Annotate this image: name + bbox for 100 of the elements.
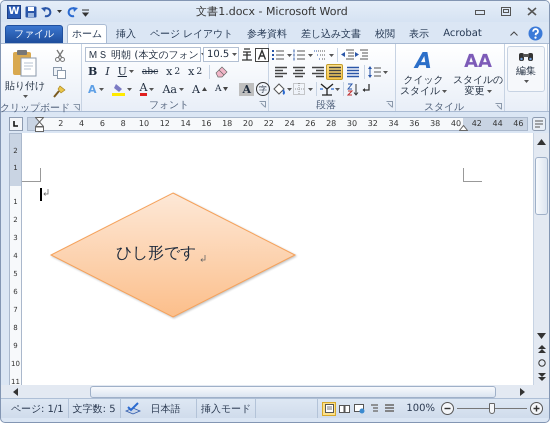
grow-font-button[interactable]: A: [188, 81, 210, 98]
borders-icon[interactable]: [293, 82, 313, 96]
browse-object-icon[interactable]: [538, 359, 546, 367]
previous-page-icon[interactable]: [538, 345, 546, 353]
font-color-button[interactable]: A: [136, 81, 158, 98]
cut-icon[interactable]: [54, 48, 66, 62]
redo-icon[interactable]: [66, 6, 78, 18]
grow-arrow-icon: [202, 87, 207, 92]
dialog-launcher-icon[interactable]: [259, 101, 266, 108]
language-label[interactable]: 日本語: [150, 402, 181, 416]
character-shading-button[interactable]: A: [239, 82, 254, 96]
group-label: 段落: [316, 98, 336, 112]
minimize-icon[interactable]: [475, 8, 485, 14]
dialog-launcher-icon[interactable]: [386, 101, 393, 108]
scroll-down-icon[interactable]: [537, 333, 546, 339]
view-button[interactable]: [352, 402, 366, 416]
enclose-character-button[interactable]: 字: [256, 82, 270, 96]
view-button[interactable]: [322, 402, 336, 416]
caret-icon: [442, 90, 447, 93]
ribbon-tab[interactable]: ページ レイアウト: [145, 24, 238, 43]
ribbon-tab[interactable]: ホーム: [67, 24, 107, 43]
decrease-indent-icon[interactable]: [341, 48, 354, 61]
eraser-icon[interactable]: [214, 65, 230, 78]
scroll-thumb[interactable]: [90, 386, 496, 398]
indent-marker-icon[interactable]: [35, 116, 44, 132]
dialog-launcher-icon[interactable]: [495, 103, 502, 110]
caret-icon[interactable]: [57, 10, 62, 13]
format-painter-icon[interactable]: [53, 85, 66, 98]
increase-indent-icon[interactable]: [355, 48, 368, 61]
sort-icon[interactable]: [347, 82, 360, 96]
ribbon-tab[interactable]: 参考資料: [242, 24, 292, 43]
ribbon-tab[interactable]: 挿入: [111, 24, 141, 43]
underline-button[interactable]: U: [114, 64, 137, 80]
margin-corner-mark: [22, 168, 41, 182]
align-icon: [292, 66, 306, 78]
caret-icon: [126, 88, 132, 91]
view-icon: [324, 403, 335, 414]
scroll-thumb[interactable]: [535, 157, 548, 215]
paragraph-mark-icon: [43, 189, 49, 196]
ribbon-tab[interactable]: 校閲: [370, 24, 400, 43]
right-indent-marker-icon[interactable]: [459, 124, 468, 130]
line-spacing-icon[interactable]: [368, 66, 388, 78]
minimize-ribbon-icon[interactable]: [510, 31, 518, 36]
word-count[interactable]: 文字数: 5: [68, 399, 121, 418]
shading-icon[interactable]: [272, 82, 292, 96]
file-tab[interactable]: ファイル: [5, 25, 63, 43]
numbering-icon[interactable]: [293, 48, 313, 61]
undo-icon[interactable]: [41, 6, 53, 18]
change-case-button[interactable]: Aa: [159, 81, 187, 98]
view-icon: [384, 403, 395, 414]
view-icon: [354, 403, 365, 414]
scroll-right-icon[interactable]: [520, 388, 525, 396]
zoom-level[interactable]: 100%: [406, 403, 435, 414]
character-border-icon[interactable]: [255, 48, 269, 62]
insert-mode-label[interactable]: 挿入モード: [196, 399, 256, 418]
quick-styles-button[interactable]: A クイック スタイル: [398, 46, 449, 100]
editing-button[interactable]: 編集: [507, 46, 545, 92]
strikethrough-button[interactable]: abc: [138, 64, 162, 80]
close-icon[interactable]: [527, 7, 537, 16]
customize-icon[interactable]: [82, 6, 89, 16]
align-button[interactable]: [326, 64, 343, 80]
shrink-arrow-icon: [223, 87, 228, 92]
italic-button[interactable]: I: [102, 64, 113, 80]
phonetic-guide-icon[interactable]: [241, 48, 253, 62]
zoom-in-icon[interactable]: [530, 402, 543, 415]
scroll-left-icon[interactable]: [13, 388, 18, 396]
shrink-font-button[interactable]: A: [212, 81, 232, 98]
window-title: 文書1.docx - Microsoft Word: [195, 4, 349, 19]
margin-corner-mark: [463, 168, 482, 182]
help-icon[interactable]: [528, 26, 543, 41]
zoom-out-icon[interactable]: [440, 402, 454, 415]
page-count[interactable]: ページ: 1/1: [7, 399, 69, 418]
font-name-field[interactable]: ＭＳ 明朝 (本文のフォン: [85, 47, 201, 62]
view-ruler-icon[interactable]: [532, 116, 546, 130]
scroll-up-icon[interactable]: [537, 139, 546, 145]
change-styles-button[interactable]: AA スタイルの 変更: [451, 46, 505, 100]
caret-icon: [98, 88, 104, 91]
ribbon-tab[interactable]: Acrobat: [438, 24, 487, 43]
caret-icon: [178, 88, 184, 91]
zoom-slider[interactable]: [456, 402, 527, 414]
paste-button[interactable]: 貼り付け: [3, 46, 47, 101]
zoom-slider-thumb[interactable]: [488, 402, 495, 414]
asian-layout-icon[interactable]: [320, 82, 340, 96]
ribbon-tab[interactable]: 差し込み文書: [296, 24, 366, 43]
ribbon-tab[interactable]: 表示: [404, 24, 434, 43]
font-size-field[interactable]: 10.5: [203, 47, 239, 62]
maximize-icon[interactable]: [501, 7, 511, 16]
multilevel-list-icon[interactable]: [314, 48, 334, 61]
document-page[interactable]: ひし形です: [22, 133, 533, 385]
bold-button[interactable]: B: [85, 64, 100, 80]
highlighter-icon: [112, 82, 125, 96]
dialog-launcher-icon[interactable]: [73, 104, 80, 111]
group-label: スタイル: [424, 100, 464, 114]
next-page-icon[interactable]: [538, 373, 546, 381]
save-icon[interactable]: [25, 6, 37, 18]
copy-icon[interactable]: [53, 67, 66, 80]
proofing-icon[interactable]: [124, 402, 141, 415]
word-logo-icon[interactable]: W: [7, 4, 21, 18]
tab-selector-icon[interactable]: [9, 116, 23, 130]
bullets-icon[interactable]: [272, 48, 292, 61]
